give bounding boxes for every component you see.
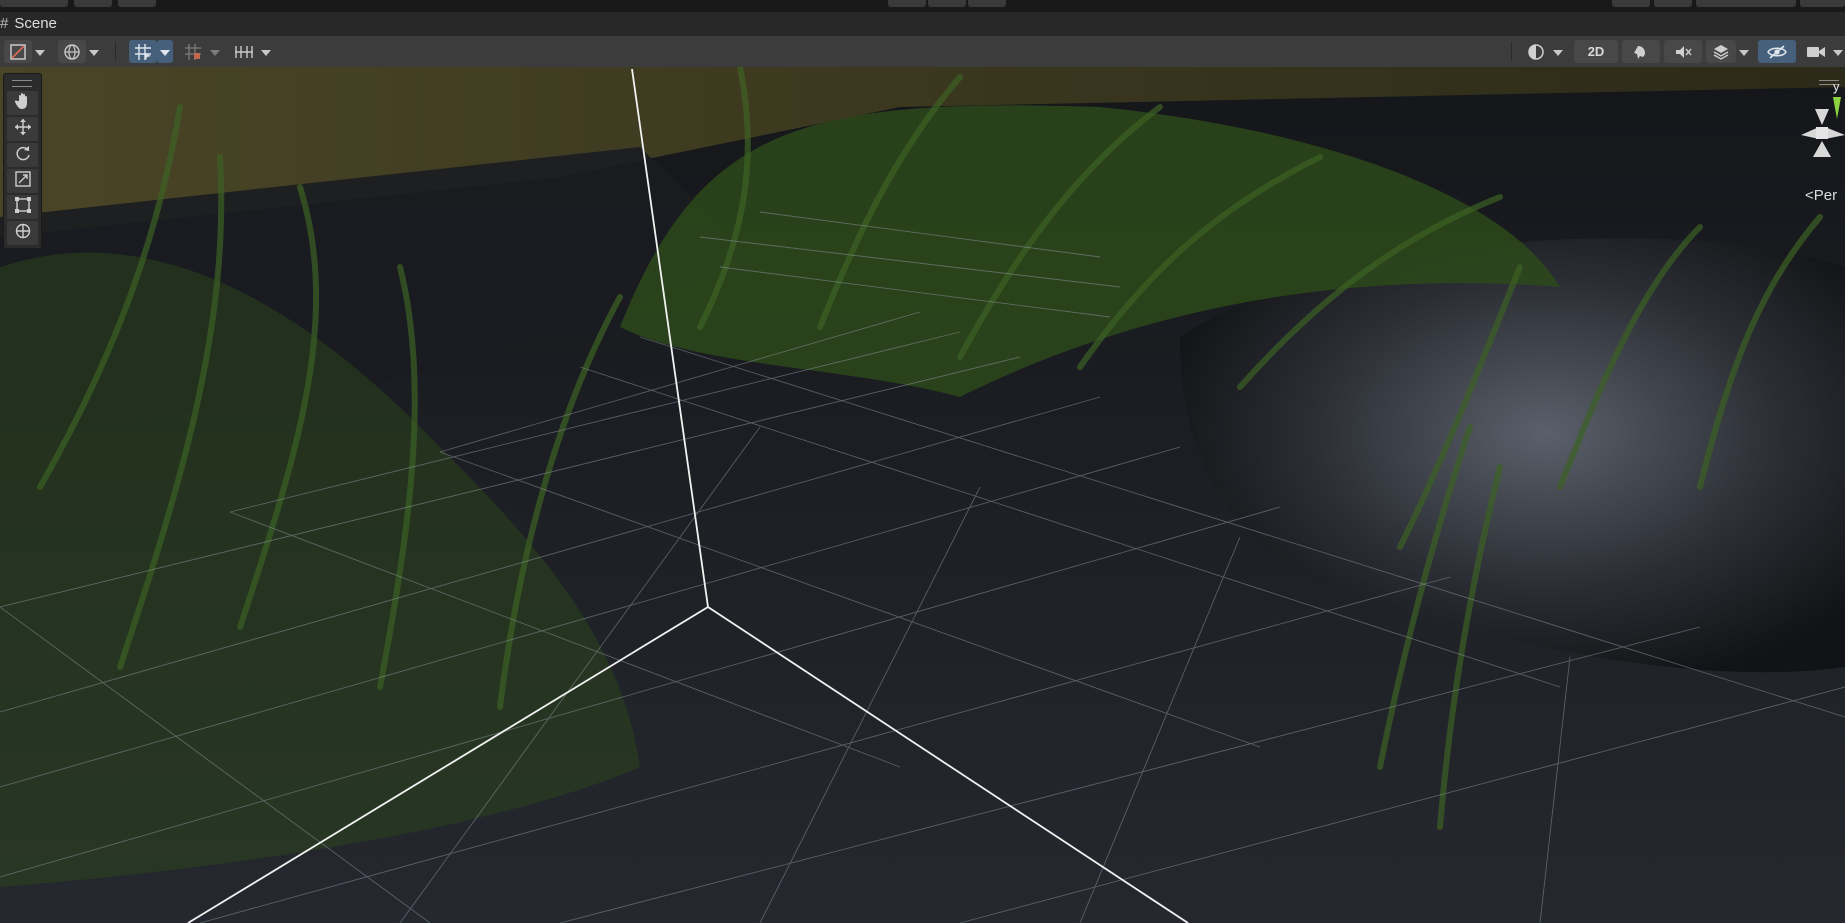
effects-icon — [1712, 43, 1730, 61]
scale-icon — [14, 170, 32, 193]
pause-button[interactable] — [928, 0, 966, 7]
top-strip-button[interactable] — [1696, 0, 1796, 7]
hand-icon — [14, 92, 32, 115]
shading-dropdown[interactable] — [1550, 40, 1566, 63]
rect-tool[interactable] — [7, 195, 38, 219]
scene-hash-icon: # — [0, 15, 9, 32]
top-strip-button[interactable] — [1800, 0, 1845, 7]
rotate-icon — [14, 144, 32, 167]
shading-button[interactable] — [1522, 40, 1550, 63]
grid-visibility-dropdown[interactable] — [258, 40, 274, 63]
draw-mode-button[interactable] — [4, 40, 32, 63]
lighting-icon — [1632, 43, 1650, 61]
grid-visibility-icon — [234, 43, 254, 61]
palette-grip-icon[interactable] — [12, 80, 32, 87]
transform-icon — [14, 222, 32, 245]
transform-tool[interactable] — [7, 221, 38, 245]
top-strip-button[interactable] — [74, 0, 112, 7]
play-button[interactable] — [888, 0, 926, 7]
global-local-dropdown[interactable] — [86, 40, 102, 63]
chevron-down-icon — [160, 43, 170, 61]
audio-mute-icon — [1674, 43, 1692, 61]
2d-mode-label: 2D — [1587, 44, 1605, 59]
scene-viewport[interactable] — [0, 67, 1845, 923]
hand-tool[interactable] — [7, 91, 38, 115]
shading-mode-icon — [9, 43, 27, 61]
global-local-button[interactable] — [58, 40, 86, 63]
lighting-button[interactable] — [1622, 40, 1660, 63]
increment-snap-icon — [184, 43, 202, 61]
effects-button[interactable] — [1706, 40, 1736, 63]
grid-snapping-dropdown[interactable] — [157, 40, 173, 63]
camera-dropdown[interactable] — [1830, 40, 1845, 63]
gizmo-axis-y-label: y — [1833, 79, 1840, 94]
projection-label[interactable]: <Per — [1805, 187, 1837, 204]
move-tool[interactable] — [7, 117, 38, 141]
camera-icon — [1806, 45, 1826, 59]
chevron-down-icon — [261, 43, 271, 61]
rotate-tool[interactable] — [7, 143, 38, 167]
rect-transform-icon — [14, 196, 32, 219]
tool-palette — [3, 73, 42, 249]
effects-dropdown[interactable] — [1736, 40, 1752, 63]
scene-render — [0, 67, 1845, 923]
scene-tab[interactable]: # Scene — [0, 12, 1845, 36]
scene-visibility-button[interactable] — [1758, 40, 1796, 63]
top-strip — [0, 0, 1845, 12]
chevron-down-icon — [210, 43, 220, 61]
audio-button[interactable] — [1664, 40, 1702, 63]
camera-button[interactable] — [1800, 40, 1832, 63]
gizmo-cone-icon[interactable] — [1799, 95, 1845, 165]
grid-visibility-button[interactable] — [230, 40, 258, 63]
scene-toolbar: 2D — [0, 36, 1845, 68]
orientation-gizmo[interactable]: y <Per — [1795, 75, 1845, 204]
step-button[interactable] — [968, 0, 1006, 7]
top-strip-button[interactable] — [118, 0, 156, 7]
chevron-down-icon — [1553, 43, 1563, 61]
increment-snapping-dropdown[interactable] — [207, 40, 223, 63]
top-strip-button[interactable] — [1612, 0, 1650, 7]
grid-snap-icon — [134, 43, 152, 61]
grid-snapping-button[interactable] — [129, 40, 157, 63]
chevron-down-icon — [1833, 43, 1843, 61]
chevron-down-icon — [1739, 43, 1749, 61]
chevron-down-icon — [35, 43, 45, 61]
top-strip-button[interactable] — [1654, 0, 1692, 7]
scene-tab-label: Scene — [14, 15, 57, 32]
chevron-down-icon — [89, 43, 99, 61]
scene-tab-title: # Scene — [0, 15, 57, 32]
toolbar-separator — [115, 42, 116, 61]
top-strip-button[interactable] — [0, 0, 68, 7]
toolbar-separator — [1511, 42, 1512, 61]
2d-mode-button[interactable]: 2D — [1574, 40, 1618, 63]
increment-snapping-button[interactable] — [179, 40, 207, 63]
move-arrows-icon — [14, 118, 32, 141]
draw-mode-dropdown[interactable] — [32, 40, 48, 63]
scale-tool[interactable] — [7, 169, 38, 193]
visibility-eye-icon — [1767, 44, 1787, 60]
sphere-shading-icon — [1527, 43, 1545, 61]
globe-icon — [63, 43, 81, 61]
